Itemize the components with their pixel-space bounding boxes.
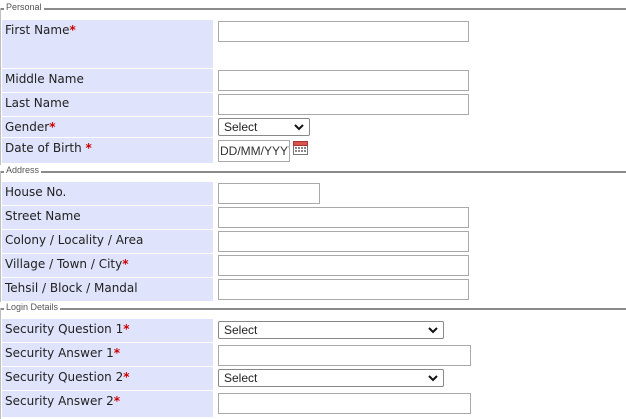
security-question-1-row: Security Question 1* Select (0, 319, 626, 343)
chevron-down-icon (428, 327, 438, 334)
security-question-2-row: Security Question 2* Select (0, 367, 626, 391)
security-answer-2-input[interactable] (218, 393, 471, 414)
required-marker: * (123, 322, 130, 336)
village-label-cell: Village / Town / City* (2, 254, 213, 277)
required-marker: * (123, 370, 130, 384)
dob-input[interactable]: DD/MM/YYYY (218, 140, 290, 162)
fieldset-border (0, 308, 626, 310)
first-name-input[interactable] (218, 21, 469, 42)
house-no-row: House No. (0, 182, 626, 206)
middle-name-label-cell: Middle Name (2, 69, 213, 92)
middle-name-row: Middle Name (0, 69, 626, 93)
colony-input[interactable] (218, 231, 469, 252)
tehsil-label: Tehsil / Block / Mandal (5, 281, 138, 295)
fieldset-border (0, 171, 626, 173)
chevron-down-icon (294, 124, 304, 131)
calendar-icon[interactable] (293, 140, 308, 155)
security-question-2-select[interactable]: Select (218, 369, 444, 387)
last-name-row: Last Name (0, 93, 626, 117)
security-answer-1-label-cell: Security Answer 1* (2, 343, 213, 366)
required-marker: * (122, 257, 129, 271)
required-marker: * (85, 141, 92, 155)
last-name-label-cell: Last Name (2, 93, 213, 116)
security-question-2-label: Security Question 2 (5, 370, 124, 384)
gender-row: Gender* Select (0, 117, 626, 138)
security-answer-1-row: Security Answer 1* (0, 343, 626, 367)
dob-label: Date of Birth (5, 141, 82, 155)
required-marker: * (113, 346, 121, 360)
address-legend: Address (4, 165, 42, 176)
security-question-1-select[interactable]: Select (218, 321, 444, 339)
colony-label-cell: Colony / Locality / Area (2, 230, 213, 253)
personal-legend: Personal (4, 2, 44, 13)
gender-label: Gender (5, 120, 50, 134)
street-name-input[interactable] (218, 207, 469, 228)
security-question-2-selected-value: Select (224, 371, 258, 385)
security-question-1-selected-value: Select (224, 323, 258, 337)
tehsil-input[interactable] (218, 279, 469, 300)
required-marker: * (49, 120, 56, 134)
security-answer-1-input[interactable] (218, 345, 471, 366)
first-name-label: First Name (5, 23, 70, 37)
login-legend: Login Details (4, 302, 61, 313)
last-name-label: Last Name (5, 96, 70, 110)
security-question-2-label-cell: Security Question 2* (2, 367, 213, 390)
dob-placeholder: DD/MM/YYYY (220, 144, 290, 158)
dob-label-cell: Date of Birth * (2, 138, 213, 163)
street-name-row: Street Name (0, 206, 626, 230)
security-answer-2-label-cell: Security Answer 2* (2, 391, 213, 417)
dob-row: Date of Birth * DD/MM/YYYY (0, 138, 626, 164)
first-name-label-cell: First Name* (2, 20, 213, 68)
house-no-label-cell: House No. (2, 182, 213, 205)
house-no-label: House No. (5, 185, 67, 199)
fieldset-border (0, 8, 626, 10)
security-answer-2-label: Security Answer 2 (5, 394, 114, 408)
security-question-1-label: Security Question 1 (5, 322, 124, 336)
required-marker: * (69, 23, 76, 37)
first-name-row: First Name* (0, 20, 626, 69)
village-input[interactable] (218, 255, 469, 276)
colony-row: Colony / Locality / Area (0, 230, 626, 254)
gender-select[interactable]: Select (218, 118, 310, 136)
security-question-1-label-cell: Security Question 1* (2, 319, 213, 342)
required-marker: * (113, 394, 121, 408)
security-answer-1-label: Security Answer 1 (5, 346, 114, 360)
chevron-down-icon (428, 375, 438, 382)
tehsil-row: Tehsil / Block / Mandal (0, 278, 626, 302)
colony-label: Colony / Locality / Area (5, 233, 144, 247)
middle-name-input[interactable] (218, 70, 469, 91)
gender-selected-value: Select (224, 120, 258, 134)
street-name-label: Street Name (5, 209, 81, 223)
street-name-label-cell: Street Name (2, 206, 213, 229)
village-label: Village / Town / City (5, 257, 123, 271)
house-no-input[interactable] (218, 183, 320, 204)
gender-label-cell: Gender* (2, 117, 213, 137)
tehsil-label-cell: Tehsil / Block / Mandal (2, 278, 213, 301)
village-row: Village / Town / City* (0, 254, 626, 278)
last-name-input[interactable] (218, 94, 469, 115)
security-answer-2-row: Security Answer 2* (0, 391, 626, 418)
middle-name-label: Middle Name (5, 72, 84, 86)
